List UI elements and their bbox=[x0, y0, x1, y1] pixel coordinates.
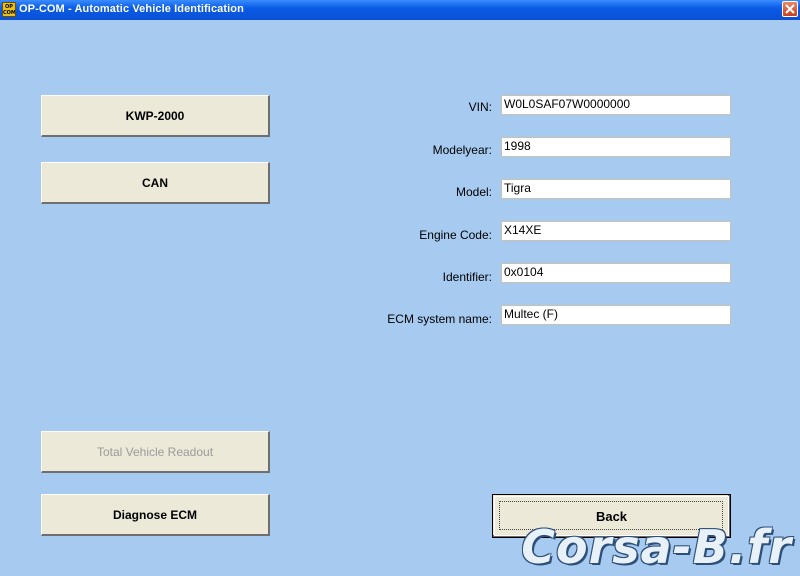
kwp2000-button[interactable]: KWP-2000 bbox=[41, 95, 270, 137]
total-vehicle-readout-button: Total Vehicle Readout bbox=[41, 431, 270, 473]
vin-label: VIN: bbox=[468, 100, 492, 114]
close-button[interactable] bbox=[782, 1, 798, 17]
identifier-label: Identifier: bbox=[442, 270, 492, 284]
opcom-app-icon: OP COM bbox=[2, 2, 16, 17]
watermark-logo: Corsa-B.fr bbox=[521, 520, 792, 574]
title-bar[interactable]: OP COM OP-COM - Automatic Vehicle Identi… bbox=[0, 0, 800, 20]
window-title: OP-COM - Automatic Vehicle Identificatio… bbox=[19, 3, 244, 15]
model-field[interactable]: Tigra bbox=[501, 179, 731, 199]
engine-code-label: Engine Code: bbox=[419, 228, 492, 242]
modelyear-field[interactable]: 1998 bbox=[501, 137, 731, 157]
vin-field[interactable]: W0L0SAF07W0000000 bbox=[501, 95, 731, 115]
ecm-system-name-field[interactable]: Multec (F) bbox=[501, 305, 731, 325]
ecm-system-name-label: ECM system name: bbox=[387, 312, 492, 326]
modelyear-label: Modelyear: bbox=[432, 143, 492, 157]
identifier-field[interactable]: 0x0104 bbox=[501, 263, 731, 283]
engine-code-field[interactable]: X14XE bbox=[501, 221, 731, 241]
model-label: Model: bbox=[455, 185, 492, 199]
diagnose-ecm-button[interactable]: Diagnose ECM bbox=[41, 494, 270, 536]
can-button[interactable]: CAN bbox=[41, 162, 270, 204]
close-icon bbox=[785, 4, 795, 14]
